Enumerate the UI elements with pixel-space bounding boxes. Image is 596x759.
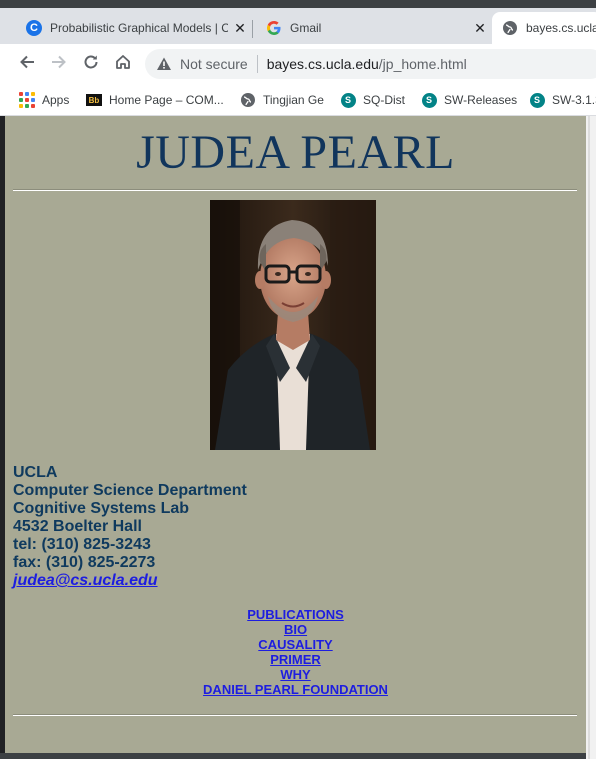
address-divider — [256, 55, 258, 73]
link-publications[interactable]: PUBLICATIONS — [5, 607, 586, 622]
contact-department: Computer Science Department — [13, 482, 247, 499]
contact-info: UCLA Computer Science Department Cogniti… — [13, 464, 247, 590]
globe-icon — [502, 20, 518, 36]
link-why[interactable]: WHY — [5, 667, 586, 682]
browser-toolbar: Not secure bayes.cs.ucla.edu/jp_home.htm… — [0, 44, 596, 84]
link-causality[interactable]: CAUSALITY — [5, 637, 586, 652]
url-host: bayes.cs.ucla.edu — [266, 56, 379, 72]
bookmark-tingjian-ge[interactable]: Tingjian Ge — [240, 90, 324, 110]
window-frame — [0, 0, 596, 8]
sharepoint-icon: S — [421, 92, 437, 108]
bookmark-label: Home Page – COM... — [109, 93, 224, 107]
horizontal-rule — [13, 714, 577, 716]
bookmark-home-page[interactable]: Bb Home Page – COM... — [86, 90, 224, 110]
arrow-left-icon — [18, 53, 36, 76]
tab-bayes-active[interactable]: bayes.cs.ucla. — [492, 12, 596, 44]
reload-button[interactable] — [79, 52, 103, 76]
portrait-photo — [210, 200, 376, 450]
link-daniel-pearl-foundation[interactable]: DANIEL PEARL FOUNDATION — [5, 682, 586, 697]
security-status[interactable]: Not secure — [180, 56, 248, 72]
home-icon — [114, 53, 132, 76]
link-primer[interactable]: PRIMER — [5, 652, 586, 667]
home-button[interactable] — [111, 52, 135, 76]
tab-strip: C Probabilistic Graphical Models | C ✕ G… — [0, 0, 596, 44]
tab-probabilistic-graphical-models[interactable]: C Probabilistic Graphical Models | C ✕ — [16, 12, 248, 44]
url-path: /jp_home.html — [378, 56, 467, 72]
bookmark-label: SW-Releases — [444, 93, 518, 107]
tab-gmail[interactable]: Gmail ✕ — [256, 12, 488, 44]
bookmark-label: Tingjian Ge — [263, 93, 324, 107]
tab-title: Gmail — [290, 21, 322, 35]
coursera-c-icon: C — [26, 20, 42, 36]
tab-title: bayes.cs.ucla. — [526, 21, 596, 35]
page-viewport: JUDEA PEARL UCLA Computer Science Depart… — [5, 116, 586, 753]
back-button[interactable] — [15, 52, 39, 76]
bookmark-sq-dist[interactable]: S SQ-Dist — [340, 90, 405, 110]
contact-office: 4532 Boelter Hall — [13, 518, 142, 535]
sharepoint-icon: S — [340, 92, 356, 108]
bookmark-sw-releases[interactable]: S SW-Releases — [421, 90, 517, 110]
google-g-icon — [266, 20, 282, 36]
page-title: JUDEA PEARL — [136, 126, 455, 179]
contact-lab: Cognitive Systems Lab — [13, 500, 190, 517]
bookmarks-bar: Apps Bb Home Page – COM... Tingjian Ge S… — [0, 84, 596, 116]
tab-separator — [252, 20, 253, 38]
sharepoint-icon: S — [529, 92, 545, 108]
address-bar[interactable]: Not secure bayes.cs.ucla.edu/jp_home.htm… — [145, 49, 596, 79]
vertical-scrollbar[interactable] — [586, 116, 596, 759]
contact-phone: tel: (310) 825-3243 — [13, 536, 151, 553]
warning-triangle-icon[interactable] — [156, 56, 172, 72]
blackboard-icon: Bb — [86, 92, 102, 108]
bookmark-label: SW-3.1.3 — [552, 93, 596, 107]
tab-title: Probabilistic Graphical Models | C — [50, 21, 228, 35]
window-bottom-frame — [0, 753, 586, 759]
link-bio[interactable]: BIO — [5, 622, 586, 637]
bookmark-label: SQ-Dist — [363, 93, 405, 107]
contact-fax: fax: (310) 825-2273 — [13, 554, 156, 571]
apps-grid-icon — [19, 92, 35, 108]
close-icon[interactable]: ✕ — [472, 20, 488, 37]
bookmark-sw-3-1-3[interactable]: S SW-3.1.3 — [529, 90, 596, 110]
close-icon[interactable]: ✕ — [232, 20, 248, 37]
arrow-right-icon — [50, 53, 68, 76]
forward-button[interactable] — [47, 52, 71, 76]
bookmark-label: Apps — [42, 93, 70, 107]
email-link[interactable]: judea@cs.ucla.edu — [13, 572, 158, 589]
bookmark-apps[interactable]: Apps — [19, 90, 69, 110]
reload-icon — [82, 53, 100, 76]
contact-university: UCLA — [13, 464, 58, 481]
globe-icon — [240, 92, 256, 108]
horizontal-rule — [13, 189, 577, 191]
nav-links: PUBLICATIONS BIO CAUSALITY PRIMER WHY DA… — [5, 607, 586, 697]
